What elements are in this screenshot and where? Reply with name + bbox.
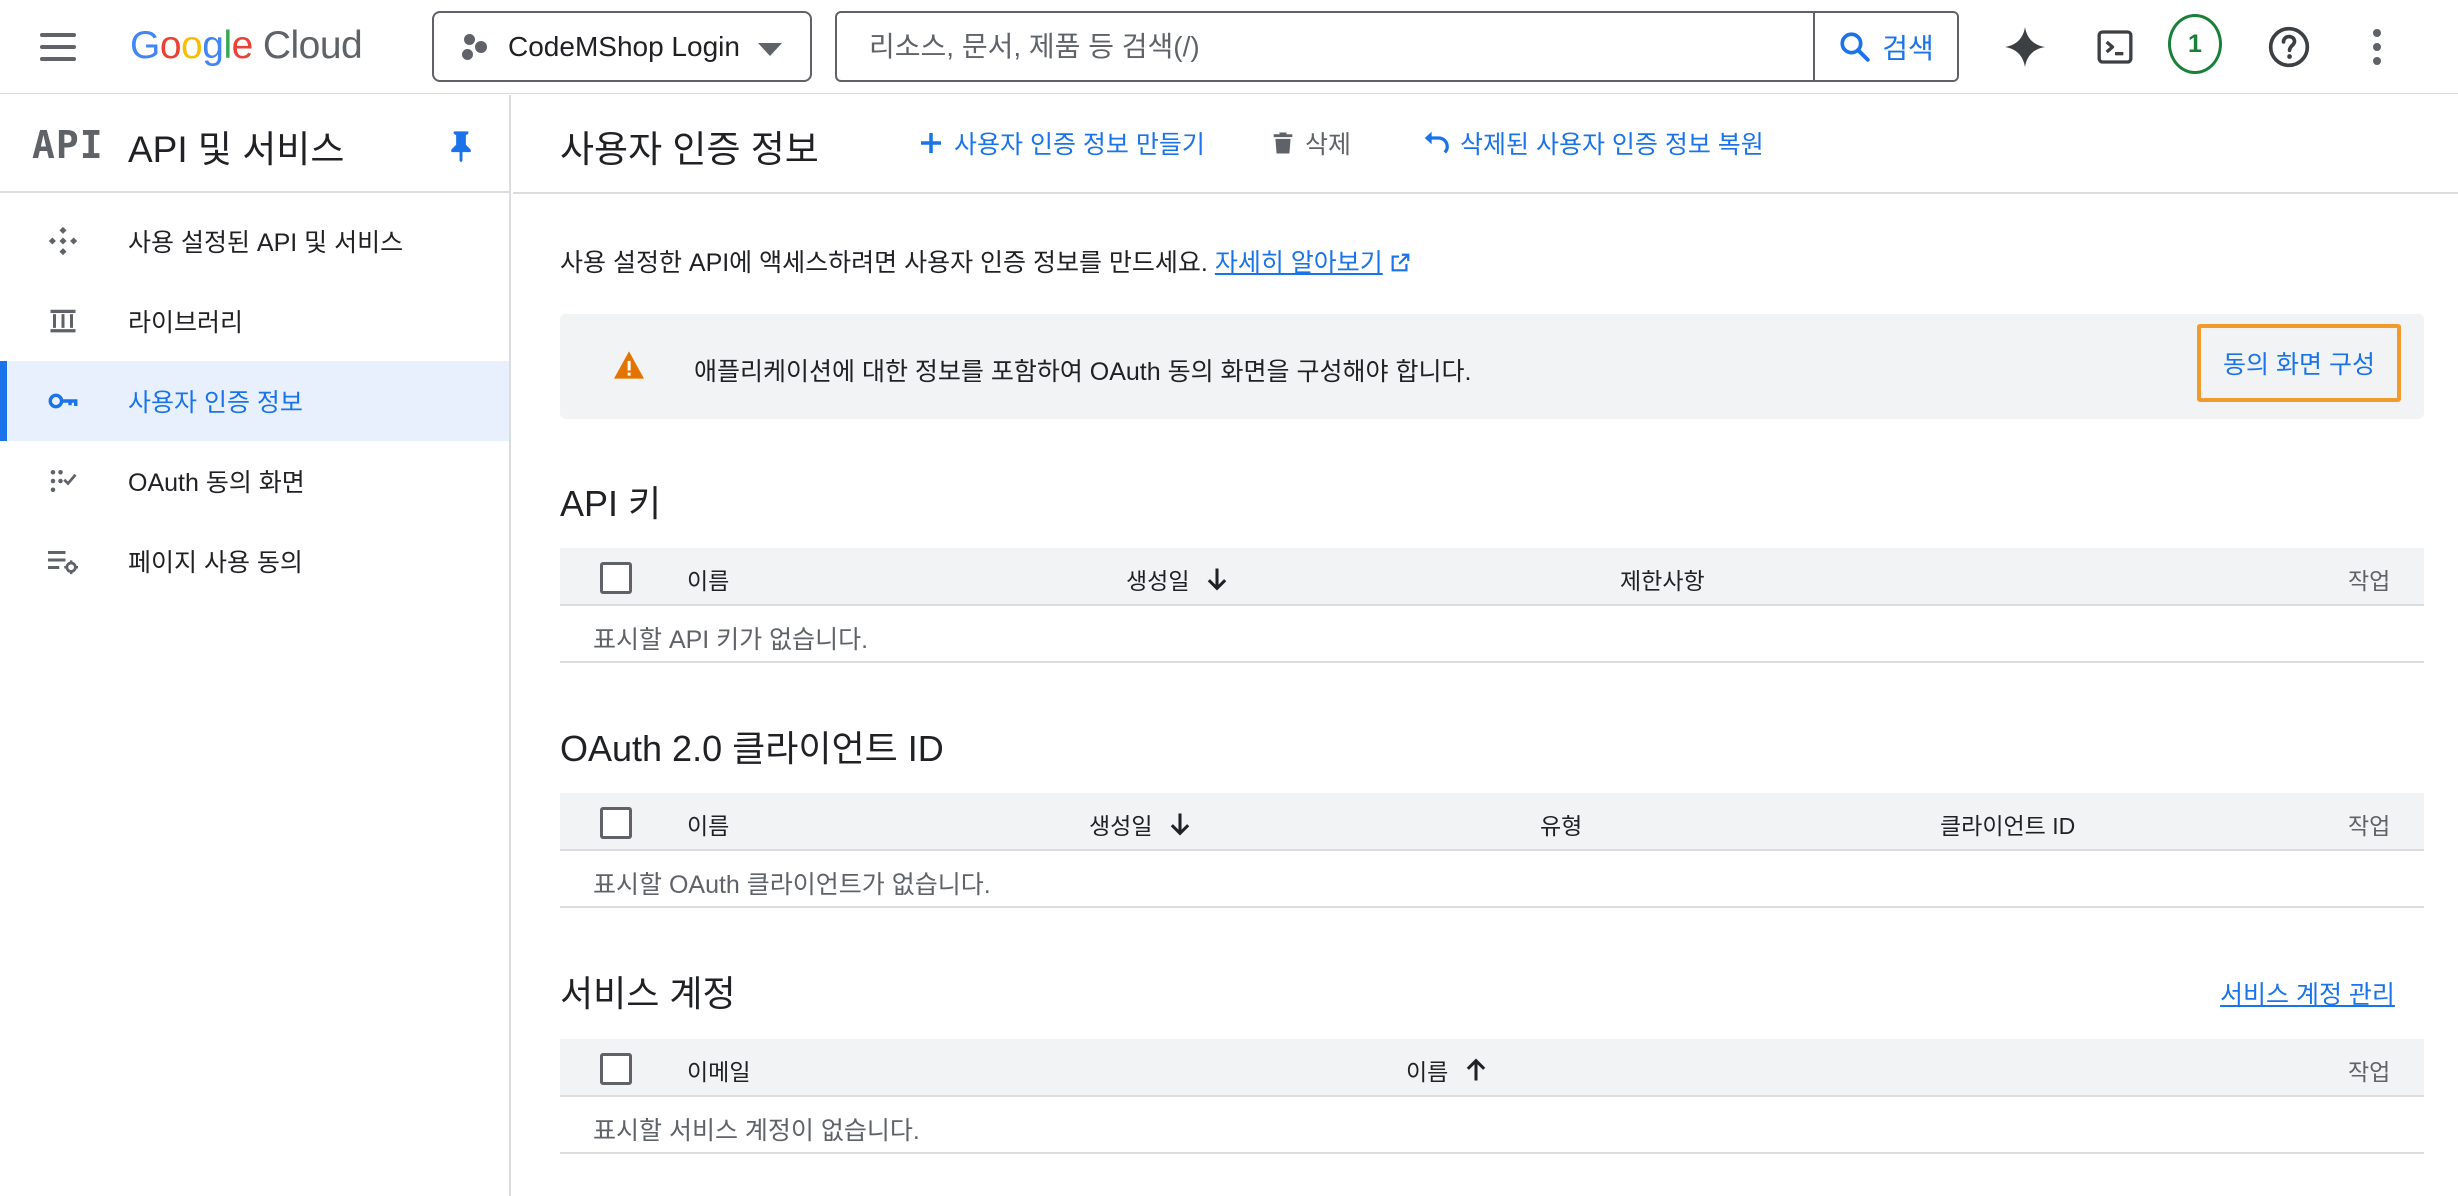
column-created[interactable]: 생성일	[1126, 562, 1231, 596]
key-icon	[46, 385, 80, 417]
sidebar-header: API API 및 서비스	[0, 95, 509, 193]
column-created[interactable]: 생성일	[1089, 807, 1194, 841]
search-button-label: 검색	[1882, 32, 1934, 64]
sidebar-item-label: 페이지 사용 동의	[128, 549, 303, 577]
api-keys-title: API 키	[560, 483, 662, 524]
sidebar-item-page-usage[interactable]: 페이지 사용 동의	[0, 521, 509, 601]
notification-count: 1	[2168, 14, 2222, 74]
api-keys-table: 이름 생성일 제한사항 작업 표시할 API 키가 없습니다.	[560, 548, 2424, 663]
enabled-apis-icon	[46, 225, 80, 257]
column-type[interactable]: 유형	[1540, 807, 1582, 841]
project-icon	[460, 32, 490, 62]
main-content: 사용자 인증 정보 사용자 인증 정보 만들기 삭제 삭제된 사용자 인증 정보…	[513, 95, 2458, 1196]
sidebar-item-label: OAuth 동의 화면	[128, 469, 305, 497]
sidebar-item-enabled-apis[interactable]: 사용 설정된 API 및 서비스	[0, 201, 509, 281]
oauth-consent-icon	[46, 465, 80, 497]
sidebar-item-credentials[interactable]: 사용자 인증 정보	[0, 361, 509, 441]
pin-icon[interactable]	[446, 129, 476, 163]
top-bar: GoogleCloud CodeMShop Login 검색 1	[0, 0, 2458, 94]
configure-consent-screen-button[interactable]: 동의 화면 구성	[2197, 324, 2401, 402]
intro-text: 사용 설정한 API에 액세스하려면 사용자 인증 정보를 만드세요. 자세히 …	[560, 243, 1411, 279]
sidebar-item-oauth-consent[interactable]: OAuth 동의 화면	[0, 441, 509, 521]
learn-more-link[interactable]: 자세히 알아보기	[1215, 249, 1383, 277]
select-all-checkbox[interactable]	[600, 1053, 632, 1085]
column-name[interactable]: 이름	[687, 562, 729, 596]
sidebar-item-label: 사용 설정된 API 및 서비스	[128, 229, 404, 257]
empty-row: 표시할 OAuth 클라이언트가 없습니다.	[560, 851, 2424, 908]
select-all-checkbox[interactable]	[600, 562, 632, 594]
search-input[interactable]	[837, 13, 1813, 80]
more-vert-icon[interactable]	[2350, 20, 2404, 74]
restore-credentials-label: 삭제된 사용자 인증 정보 복원	[1460, 131, 1764, 159]
undo-icon	[1424, 131, 1449, 154]
sidebar-item-label: 라이브러리	[128, 309, 244, 337]
delete-button[interactable]: 삭제	[1269, 125, 1351, 161]
sidebar-item-library[interactable]: 라이브러리	[0, 281, 509, 361]
table-header: 이름 생성일 유형 클라이언트 ID 작업	[560, 793, 2424, 851]
column-actions: 작업	[2348, 813, 2391, 839]
notifications-badge[interactable]: 1	[2168, 14, 2222, 74]
trash-icon	[1273, 132, 1293, 154]
oauth-clients-table: 이름 생성일 유형 클라이언트 ID 작업 표시할 OAuth 클라이언트가 없…	[560, 793, 2424, 908]
sidebar-item-label: 사용자 인증 정보	[128, 389, 303, 417]
sidebar-title: API 및 서비스	[128, 129, 345, 170]
cloud-shell-icon[interactable]	[2088, 20, 2142, 74]
column-restrictions: 제한사항	[1620, 568, 1705, 594]
page-usage-icon	[46, 545, 80, 577]
gemini-icon[interactable]	[1998, 20, 2052, 74]
table-header: 이름 생성일 제한사항 작업	[560, 548, 2424, 606]
arrow-up-icon	[1467, 1058, 1486, 1081]
oauth-warning-banner: 애플리케이션에 대한 정보를 포함하여 OAuth 동의 화면을 구성해야 합니…	[560, 314, 2424, 419]
search-bar: 검색	[835, 11, 1959, 82]
warning-icon	[614, 351, 644, 379]
search-icon	[1840, 31, 1870, 62]
delete-label: 삭제	[1305, 131, 1352, 159]
create-credentials-button[interactable]: 사용자 인증 정보 만들기	[916, 125, 1205, 161]
sidebar: API API 및 서비스 사용 설정된 API 및 서비스 라이브러리 사용자…	[0, 95, 511, 1196]
project-name: CodeMShop Login	[508, 30, 740, 62]
empty-row: 표시할 API 키가 없습니다.	[560, 606, 2424, 663]
manage-service-accounts-link[interactable]: 서비스 계정 관리	[2220, 975, 2395, 1011]
page-title: 사용자 인증 정보	[560, 129, 819, 170]
arrow-down-icon	[1171, 813, 1190, 836]
table-header: 이메일 이름 작업	[560, 1039, 2424, 1097]
column-client-id: 클라이언트 ID	[1940, 813, 2076, 839]
restore-credentials-button[interactable]: 삭제된 사용자 인증 정보 복원	[1420, 125, 1764, 161]
column-email[interactable]: 이메일	[687, 1053, 750, 1087]
help-icon[interactable]	[2262, 20, 2316, 74]
column-actions: 작업	[2348, 1059, 2391, 1085]
oauth-clients-title: OAuth 2.0 클라이언트 ID	[560, 728, 944, 769]
column-name[interactable]: 이름	[687, 807, 729, 841]
page-header: 사용자 인증 정보 사용자 인증 정보 만들기 삭제 삭제된 사용자 인증 정보…	[513, 95, 2458, 194]
search-button[interactable]: 검색	[1813, 13, 1957, 80]
api-logo-icon: API	[32, 123, 104, 167]
column-name[interactable]: 이름	[1406, 1053, 1490, 1087]
project-picker[interactable]: CodeMShop Login	[432, 11, 812, 82]
library-icon	[46, 305, 80, 337]
service-accounts-title: 서비스 계정	[560, 973, 736, 1014]
chevron-down-icon	[758, 43, 782, 56]
google-cloud-logo[interactable]: Google Cloud	[130, 24, 363, 68]
open-in-new-icon	[1391, 253, 1410, 272]
banner-text: 애플리케이션에 대한 정보를 포함하여 OAuth 동의 화면을 구성해야 합니…	[694, 358, 1472, 386]
column-actions: 작업	[2348, 568, 2391, 594]
plus-icon	[921, 133, 941, 153]
create-credentials-label: 사용자 인증 정보 만들기	[954, 131, 1205, 159]
select-all-checkbox[interactable]	[600, 807, 632, 839]
menu-icon[interactable]	[40, 22, 96, 72]
service-accounts-table: 이메일 이름 작업 표시할 서비스 계정이 없습니다.	[560, 1039, 2424, 1154]
empty-row: 표시할 서비스 계정이 없습니다.	[560, 1097, 2424, 1154]
arrow-down-icon	[1208, 568, 1227, 591]
